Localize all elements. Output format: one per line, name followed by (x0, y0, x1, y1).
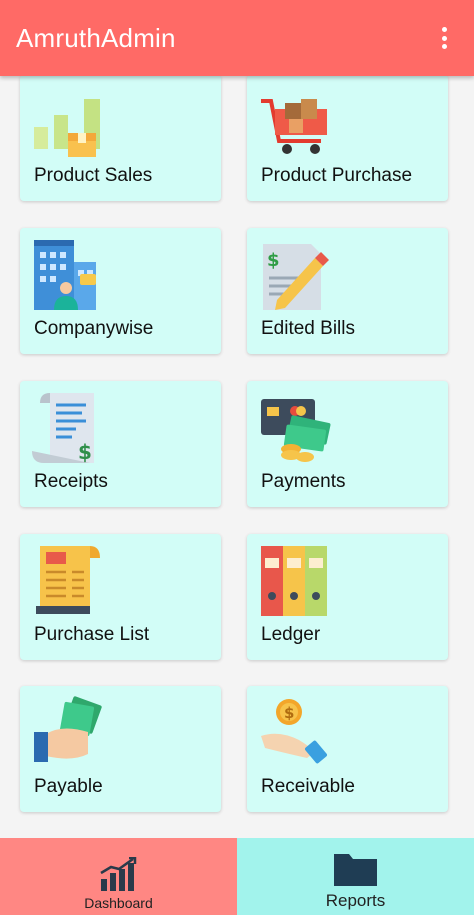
edited-bill-pencil-icon: $ (263, 244, 329, 310)
hand-coin-icon: $ (261, 699, 327, 764)
tab-reports[interactable]: Reports (237, 838, 474, 915)
svg-text:$: $ (284, 704, 294, 722)
ledger-binders-icon (261, 546, 327, 616)
tile-receipts[interactable]: $ Receipts (20, 381, 221, 507)
tile-label: Receivable (261, 776, 355, 797)
tile-payments[interactable]: Payments (247, 381, 448, 507)
tile-label: Payable (34, 776, 103, 797)
tile-label: Purchase List (34, 624, 150, 645)
tile-companywise[interactable]: Companywise (20, 228, 221, 354)
tile-purchase-list[interactable]: Purchase List (20, 534, 221, 660)
tile-label: Edited Bills (261, 318, 355, 339)
app-bar: AmruthAdmin (0, 0, 474, 76)
app-title: AmruthAdmin (16, 22, 176, 53)
svg-text:$: $ (267, 250, 280, 271)
tab-label: Dashboard (84, 895, 153, 911)
sales-chart-box-icon (34, 99, 100, 157)
bottom-nav: Dashboard Reports (0, 838, 474, 915)
tile-ledger[interactable]: Ledger (247, 534, 448, 660)
tile-label: Product Sales (34, 165, 153, 186)
company-building-icon (34, 240, 96, 310)
receipt-scroll-icon: $ (32, 393, 94, 463)
tile-product-purchase[interactable]: Product Purchase (247, 76, 448, 201)
tile-payable[interactable]: Payable (20, 686, 221, 812)
tab-label: Reports (325, 891, 386, 910)
tile-label: Ledger (261, 624, 321, 645)
hand-money-icon (34, 696, 102, 762)
shopping-cart-icon (261, 99, 327, 154)
tile-product-sales[interactable]: Product Sales (20, 76, 221, 201)
bar-chart-trend-icon (99, 857, 136, 891)
tile-label: Receipts (34, 471, 108, 492)
tab-dashboard[interactable]: Dashboard (0, 838, 237, 915)
tile-edited-bills[interactable]: $ Edited Bills (247, 228, 448, 354)
tile-label: Payments (261, 471, 346, 492)
folder-icon (333, 854, 377, 886)
tile-grid: Product Sales Product Purchase Companywi… (0, 76, 474, 838)
tile-label: Product Purchase (261, 165, 413, 186)
more-vert-icon[interactable] (432, 26, 456, 50)
purchase-list-icon (36, 546, 100, 614)
tile-label: Companywise (34, 318, 154, 339)
card-cash-icon (261, 399, 331, 462)
tile-receivable[interactable]: $ Receivable (247, 686, 448, 812)
svg-text:$: $ (78, 440, 92, 463)
